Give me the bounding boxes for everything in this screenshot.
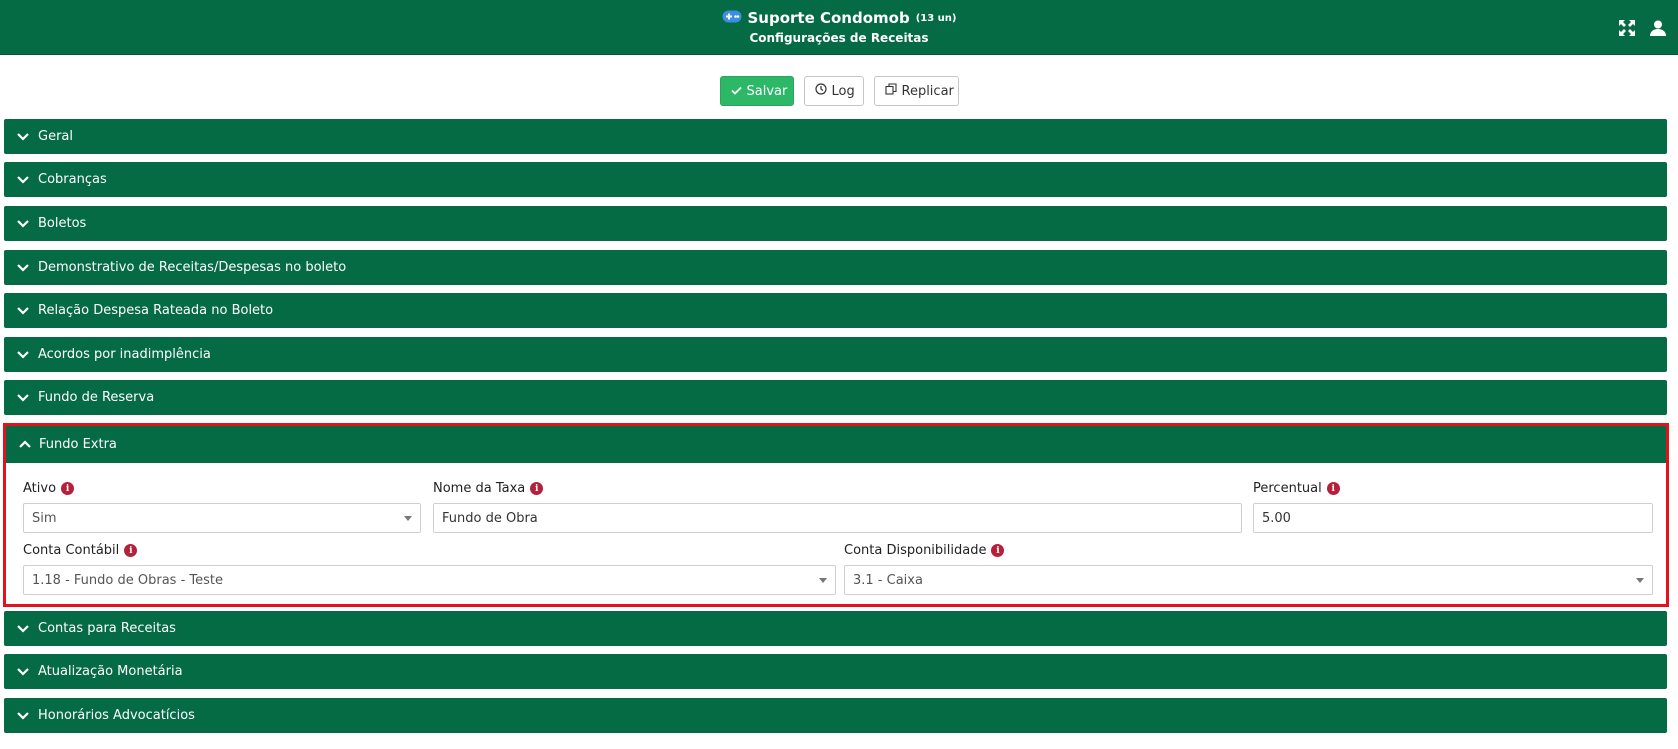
section-title: Boletos bbox=[38, 216, 87, 231]
section-cobrancas[interactable]: Cobranças bbox=[4, 162, 1667, 197]
info-icon[interactable]: i bbox=[61, 482, 75, 495]
conta-disponibilidade-label: Conta Disponibilidade i bbox=[844, 543, 1005, 558]
ativo-label: Ativo i bbox=[23, 481, 75, 496]
check-icon bbox=[730, 84, 742, 99]
section-title: Contas para Receitas bbox=[38, 621, 176, 636]
nome-taxa-input[interactable]: Fundo de Obra bbox=[433, 503, 1242, 533]
conta-disponibilidade-label-text: Conta Disponibilidade bbox=[844, 543, 987, 558]
save-button[interactable]: Salvar bbox=[719, 76, 794, 106]
section-honorarios[interactable]: Honorários Advocatícios bbox=[4, 698, 1667, 733]
unit-count: (13 un) bbox=[915, 12, 957, 24]
page-title: Configurações de Receitas bbox=[749, 31, 929, 45]
conta-disponibilidade-select[interactable]: 3.1 - Caixa bbox=[844, 565, 1653, 595]
ativo-label-text: Ativo bbox=[23, 481, 57, 496]
info-icon[interactable]: i bbox=[124, 544, 138, 557]
section-title: Atualização Monetária bbox=[38, 664, 183, 679]
section-relacao-despesa[interactable]: Relação Despesa Rateada no Boleto bbox=[4, 293, 1667, 328]
nome-taxa-label: Nome da Taxa i bbox=[433, 481, 544, 496]
conta-contabil-select[interactable]: 1.18 - Fundo de Obras - Teste bbox=[23, 565, 836, 595]
conta-contabil-value: 1.18 - Fundo de Obras - Teste bbox=[32, 572, 223, 588]
replicate-button-label: Replicar bbox=[901, 83, 954, 99]
conta-disponibilidade-value: 3.1 - Caixa bbox=[853, 572, 923, 588]
nome-taxa-value: Fundo de Obra bbox=[442, 510, 538, 526]
section-title: Fundo de Reserva bbox=[38, 390, 155, 405]
info-icon[interactable]: i bbox=[530, 482, 544, 495]
caret-down-icon bbox=[819, 578, 827, 583]
nome-taxa-label-text: Nome da Taxa bbox=[433, 481, 526, 496]
expand-icon[interactable] bbox=[1617, 18, 1637, 38]
top-header: Suporte Condomob (13 un) Configurações d… bbox=[0, 0, 1678, 55]
chevron-down-icon bbox=[16, 348, 30, 362]
chevron-down-icon bbox=[16, 304, 30, 318]
action-toolbar: Salvar Log Replicar bbox=[0, 76, 1678, 106]
chevron-down-icon bbox=[16, 391, 30, 405]
percentual-label-text: Percentual bbox=[1253, 481, 1322, 496]
chevron-down-icon bbox=[16, 130, 30, 144]
copy-icon bbox=[884, 83, 897, 99]
chevron-down-icon bbox=[16, 261, 30, 275]
caret-down-icon bbox=[1636, 578, 1644, 583]
gamepad-icon bbox=[722, 9, 742, 27]
chevron-down-icon bbox=[16, 665, 30, 679]
section-title: Geral bbox=[38, 129, 73, 144]
caret-down-icon bbox=[404, 516, 412, 521]
section-atualizacao-monetaria[interactable]: Atualização Monetária bbox=[4, 654, 1667, 689]
header-title-row: Suporte Condomob (13 un) bbox=[0, 9, 1678, 27]
ativo-select[interactable]: Sim bbox=[23, 503, 421, 533]
section-fundo-extra[interactable]: Fundo Extra bbox=[6, 426, 1666, 463]
percentual-value: 5.00 bbox=[1262, 510, 1291, 526]
section-title: Acordos por inadimplência bbox=[38, 347, 211, 362]
save-button-label: Salvar bbox=[746, 83, 788, 99]
app-title: Suporte Condomob bbox=[747, 9, 910, 27]
section-fundo-reserva[interactable]: Fundo de Reserva bbox=[4, 380, 1667, 415]
section-title: Cobranças bbox=[38, 172, 107, 187]
chevron-down-icon bbox=[16, 709, 30, 723]
chevron-down-icon bbox=[16, 622, 30, 636]
section-boletos[interactable]: Boletos bbox=[4, 206, 1667, 241]
section-contas-receitas[interactable]: Contas para Receitas bbox=[4, 611, 1667, 646]
info-icon[interactable]: i bbox=[1326, 482, 1340, 495]
chevron-down-icon bbox=[16, 217, 30, 231]
log-button[interactable]: Log bbox=[803, 76, 864, 106]
conta-contabil-label-text: Conta Contábil bbox=[23, 543, 120, 558]
section-title: Demonstrativo de Receitas/Despesas no bo… bbox=[38, 260, 347, 275]
user-icon[interactable] bbox=[1648, 18, 1668, 38]
section-title: Honorários Advocatícios bbox=[38, 708, 195, 723]
section-acordos[interactable]: Acordos por inadimplência bbox=[4, 337, 1667, 372]
section-geral[interactable]: Geral bbox=[4, 119, 1667, 154]
replicate-button[interactable]: Replicar bbox=[873, 76, 959, 106]
clock-icon bbox=[814, 83, 827, 99]
info-icon[interactable]: i bbox=[991, 544, 1005, 557]
percentual-label: Percentual i bbox=[1253, 481, 1340, 496]
log-button-label: Log bbox=[831, 83, 855, 99]
ativo-value: Sim bbox=[32, 510, 57, 526]
section-title: Relação Despesa Rateada no Boleto bbox=[38, 303, 274, 318]
chevron-down-icon bbox=[16, 173, 30, 187]
section-title: Fundo Extra bbox=[39, 437, 117, 452]
chevron-up-icon bbox=[19, 437, 31, 452]
section-fundo-extra-panel: Fundo Extra Ativo i Sim Nome da Taxa i F… bbox=[3, 423, 1669, 607]
section-demonstrativo[interactable]: Demonstrativo de Receitas/Despesas no bo… bbox=[4, 250, 1667, 285]
conta-contabil-label: Conta Contábil i bbox=[23, 543, 138, 558]
percentual-input[interactable]: 5.00 bbox=[1253, 503, 1653, 533]
